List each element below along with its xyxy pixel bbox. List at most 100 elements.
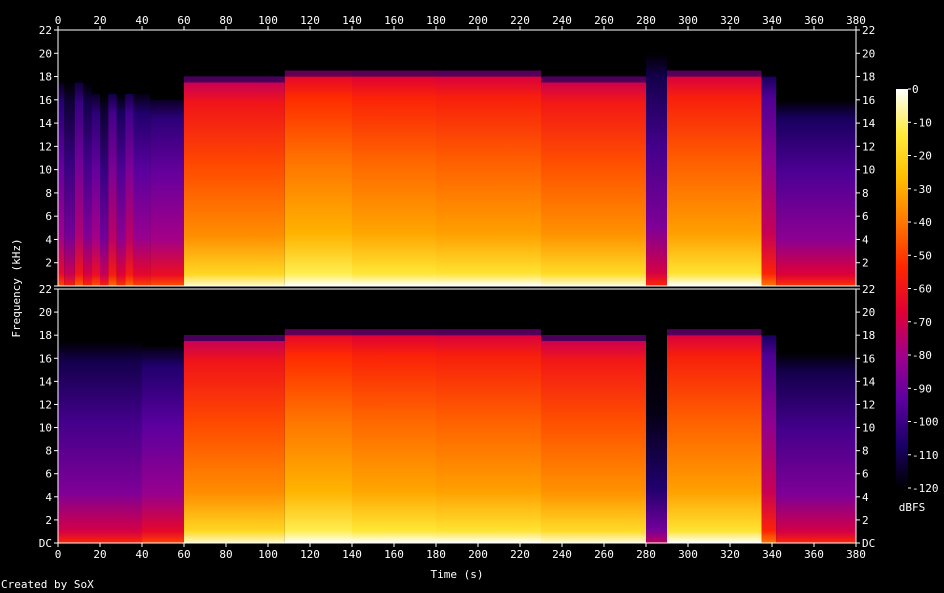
x-tick-label: 180 — [426, 14, 446, 27]
x-tick-label: 260 — [594, 14, 614, 27]
colorbar-tick-label: 0 — [912, 83, 919, 96]
cutoff-fringe — [541, 76, 646, 83]
colorbar-tick-label: -90 — [912, 382, 932, 395]
y-tick-label: 20 — [39, 47, 52, 60]
y-tick-label: 16 — [39, 352, 52, 365]
y-tick-label: 8 — [45, 445, 52, 458]
cutoff-fringe — [64, 76, 75, 83]
y-tick-label: 10 — [862, 164, 875, 177]
cutoff-fringe — [646, 47, 667, 54]
spectrum-segment — [761, 335, 777, 543]
spectrum-segment — [64, 82, 75, 286]
y-tick-label: 16 — [39, 94, 52, 107]
spectrum-segment — [667, 335, 762, 543]
spectrum-segment — [184, 340, 285, 543]
y-tick-label: 18 — [39, 71, 52, 84]
cutoff-fringe — [100, 88, 109, 94]
spectrum-segment — [58, 340, 142, 543]
spectrum-segment — [776, 99, 856, 286]
cutoff-fringe — [184, 334, 285, 341]
spectrum-segment — [74, 82, 84, 286]
x-tick-label: 80 — [219, 14, 232, 27]
y-tick-label: 14 — [39, 375, 53, 388]
spectrum-segment — [284, 76, 352, 286]
spectrum-segment — [776, 352, 856, 543]
x-tick-label: 340 — [762, 14, 782, 27]
x-tick-label: 360 — [804, 14, 824, 27]
x-tick-label: 380 — [846, 548, 866, 561]
cutoff-fringe — [91, 88, 100, 94]
y-tick-label: 18 — [39, 329, 52, 342]
colorbar-tick-label: -100 — [912, 416, 939, 429]
y-tick-label: 2 — [45, 514, 52, 527]
x-tick-label: 340 — [762, 548, 782, 561]
cutoff-fringe — [116, 88, 126, 94]
y-tick-label: 4 — [45, 491, 52, 504]
cutoff-fringe — [761, 70, 777, 77]
y-tick-label: 16 — [862, 94, 875, 107]
x-tick-label: 220 — [510, 14, 530, 27]
spectrum-segment — [436, 76, 541, 286]
spectrogram-chart: 2 24 46 68 810 1012 1214 1416 1618 1820 2022 22DC DC… — [10, 14, 939, 581]
credit-text: Created by SoX — [1, 578, 94, 591]
x-tick-label: 140 — [342, 14, 362, 27]
y-tick-label: 12 — [39, 140, 52, 153]
x-axis-label: Time (s) — [431, 568, 484, 581]
y-tick-label: 8 — [862, 187, 869, 200]
y-tick-label: DC — [39, 537, 52, 550]
y-tick-label: 6 — [862, 468, 869, 481]
spectrum-segment — [541, 340, 646, 543]
channel-1-plot — [57, 29, 857, 287]
spectrum-segment — [667, 76, 762, 286]
x-tick-label: 280 — [636, 548, 656, 561]
y-tick-label: 4 — [862, 233, 869, 246]
y-tick-label: 20 — [39, 306, 52, 319]
colorbar-tick-label: -80 — [912, 349, 932, 362]
spectrum-segment — [184, 82, 285, 286]
spectrum-segment — [646, 323, 667, 543]
cutoff-fringe — [184, 76, 285, 83]
x-tick-label: 260 — [594, 548, 614, 561]
x-tick-label: 160 — [384, 14, 404, 27]
x-tick-label: 100 — [258, 548, 278, 561]
y-tick-label: 12 — [862, 398, 875, 411]
cutoff-fringe — [142, 340, 184, 347]
cutoff-fringe — [125, 88, 134, 94]
y-tick-label: 4 — [862, 491, 869, 504]
spectrum-segment — [58, 82, 65, 286]
cutoff-fringe — [541, 334, 646, 341]
cutoff-fringe — [761, 329, 777, 336]
spectrum-segment — [116, 94, 126, 286]
x-tick-label: 80 — [219, 548, 232, 561]
x-tick-label: 220 — [510, 548, 530, 561]
x-tick-label: 120 — [300, 548, 320, 561]
cutoff-fringe — [284, 329, 352, 336]
x-tick-label: 60 — [177, 14, 190, 27]
x-tick-label: 40 — [135, 14, 148, 27]
cutoff-fringe — [58, 76, 65, 83]
y-tick-label: 6 — [45, 210, 52, 223]
colorbar-tick-label: -10 — [912, 116, 932, 129]
spectrum-segment — [100, 94, 109, 286]
spectrum-segment — [83, 82, 92, 286]
y-tick-label: 18 — [862, 71, 875, 84]
y-tick-label: 20 — [862, 306, 875, 319]
x-tick-label: 60 — [177, 548, 190, 561]
cutoff-fringe — [667, 329, 762, 336]
y-tick-label: 6 — [862, 210, 869, 223]
y-tick-label: 14 — [862, 375, 876, 388]
x-tick-label: 240 — [552, 548, 572, 561]
colorbar-gradient — [896, 89, 908, 488]
y-tick-label: 2 — [45, 257, 52, 270]
cutoff-fringe — [646, 317, 667, 324]
cutoff-fringe — [776, 346, 856, 353]
x-tick-label: 180 — [426, 548, 446, 561]
channel-2-plot — [57, 288, 857, 544]
y-tick-label: 8 — [45, 187, 52, 200]
y-tick-label: 16 — [862, 352, 875, 365]
y-tick-label: 22 — [39, 24, 52, 37]
x-tick-label: 320 — [720, 548, 740, 561]
colorbar-unit-label: dBFS — [899, 501, 926, 514]
cutoff-fringe — [436, 329, 541, 336]
y-tick-label: 12 — [862, 140, 875, 153]
